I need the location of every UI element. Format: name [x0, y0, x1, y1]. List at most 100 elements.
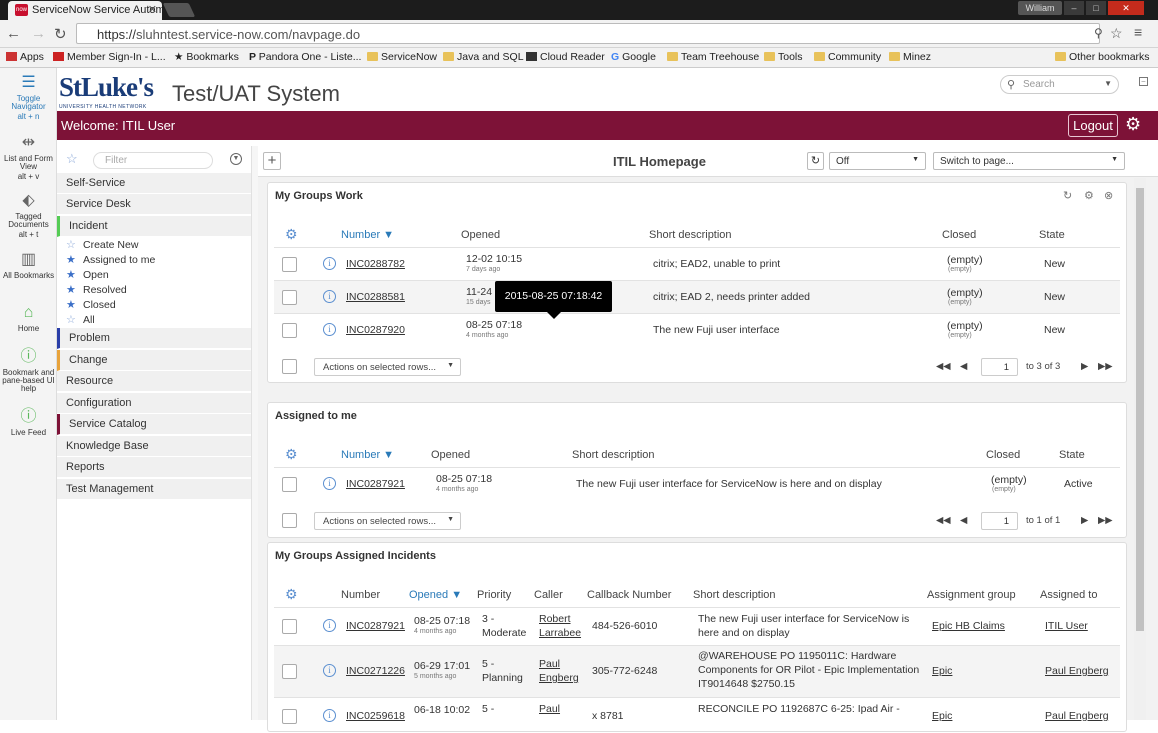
bookmark-servicenow[interactable]: ServiceNow [367, 51, 437, 63]
assignment-group-link[interactable]: Epic [932, 710, 952, 722]
refresh-icon[interactable]: ↻ [1063, 189, 1072, 202]
close-tab-icon[interactable]: ✕ [148, 3, 157, 16]
maximize-icon[interactable]: □ [1086, 1, 1106, 15]
select-all-checkbox[interactable] [282, 359, 297, 374]
nav-module-reports[interactable]: Reports [57, 457, 251, 478]
table-row[interactable]: i INC0259618 06-18 10:02 5 - Paul x 8781… [274, 697, 1120, 733]
table-row[interactable]: i INC0288782 12-02 10:15 7 days ago citr… [274, 247, 1120, 280]
info-icon[interactable]: i [323, 257, 336, 270]
table-row[interactable]: i INC0287921 08-25 07:18 4 months ago Th… [274, 467, 1120, 501]
bookmark-minez[interactable]: Minez [889, 51, 931, 63]
reload-icon[interactable]: ↻ [54, 25, 67, 43]
next-page-icon[interactable]: ▶ [1081, 361, 1088, 372]
gear-icon[interactable]: ⚙ [1125, 114, 1141, 135]
page-number-input[interactable]: 1 [981, 512, 1018, 530]
assignment-group-link[interactable]: Epic HB Claims [932, 620, 1005, 632]
column-header-opened[interactable]: Opened [461, 229, 500, 241]
nav-module-knowledge-base[interactable]: Knowledge Base [57, 436, 251, 457]
switch-page-select[interactable]: Switch to page... ▼ [933, 152, 1125, 170]
ui-help-button[interactable]: ⓘ Bookmark and pane-based UI help [0, 348, 57, 393]
incident-number-link[interactable]: INC0271226 [346, 665, 405, 677]
bookmark-team-treehouse[interactable]: Team Treehouse [667, 51, 759, 63]
column-header-short-description[interactable]: Short description [572, 449, 655, 461]
caller-link[interactable]: Paul [539, 703, 560, 715]
page-number-input[interactable]: 1 [981, 358, 1018, 376]
last-page-icon[interactable]: ▶▶ [1098, 361, 1113, 372]
navigator-splitter[interactable] [251, 146, 258, 720]
list-settings-gear-icon[interactable]: ⚙ [285, 226, 298, 243]
toggle-navigator-button[interactable]: ☰ Toggle Navigator alt + n [0, 74, 57, 121]
bookmark-star-icon[interactable]: ☆ [1110, 25, 1123, 42]
incident-number-link[interactable]: INC0288581 [346, 291, 405, 303]
caller-link-line2[interactable]: Engberg [539, 672, 579, 684]
chevron-down-icon[interactable]: ▼ [1104, 79, 1112, 88]
nav-link-create-new[interactable]: ☆ Create New [66, 238, 138, 251]
bookmark-other[interactable]: Other bookmarks [1055, 51, 1150, 63]
table-row[interactable]: i INC0288581 11-24 15 days citrix; EAD 2… [274, 280, 1120, 313]
bookmark-java-sql[interactable]: Java and SQL [443, 51, 524, 63]
nav-module-problem[interactable]: Problem [57, 328, 251, 349]
column-header-opened[interactable]: Opened [431, 449, 470, 461]
column-header-closed[interactable]: Closed [986, 449, 1020, 461]
url-field[interactable]: https://sluhntest.service-now.com/navpag… [76, 23, 1100, 44]
info-icon[interactable]: i [323, 323, 336, 336]
browser-tab[interactable]: now ServiceNow Service Autom ✕ [8, 1, 162, 20]
actions-select[interactable]: Actions on selected rows... ▼ [314, 512, 461, 530]
table-row[interactable]: i INC0287920 08-25 07:18 4 months ago Th… [274, 313, 1120, 346]
row-checkbox[interactable] [282, 290, 297, 305]
column-header-short-description[interactable]: Short description [649, 229, 732, 241]
add-content-button[interactable]: + [263, 152, 281, 170]
first-page-icon[interactable]: ◀◀ [936, 515, 951, 526]
column-header-number[interactable]: Number ▼ [341, 449, 394, 461]
incident-number-link[interactable]: INC0287921 [346, 478, 405, 490]
assignment-group-link[interactable]: Epic [932, 665, 952, 677]
column-header-state[interactable]: State [1059, 449, 1085, 461]
nav-module-test-management[interactable]: Test Management [57, 479, 251, 500]
next-page-icon[interactable]: ▶ [1081, 515, 1088, 526]
table-row[interactable]: i INC0271226 06-29 17:01 5 months ago 5 … [274, 645, 1120, 697]
incident-number-link[interactable]: INC0287921 [346, 620, 405, 632]
refresh-icon[interactable]: ↻ [807, 152, 824, 170]
row-checkbox[interactable] [282, 477, 297, 492]
bookmark-apps[interactable]: Apps [6, 51, 44, 63]
nav-module-configuration[interactable]: Configuration [57, 393, 251, 414]
column-header-state[interactable]: State [1039, 229, 1065, 241]
back-icon[interactable]: ← [6, 25, 21, 42]
column-header-number[interactable]: Number [341, 589, 380, 601]
nav-module-service-desk[interactable]: Service Desk [57, 194, 251, 215]
bookmark-cloud-reader[interactable]: Cloud Reader [526, 51, 605, 63]
collapse-all-icon[interactable]: ▼ [230, 153, 242, 165]
prev-page-icon[interactable]: ◀ [960, 361, 967, 372]
nav-module-resource[interactable]: Resource [57, 371, 251, 392]
table-row[interactable]: i INC0287921 08-25 07:18 4 months ago 3 … [274, 607, 1120, 645]
info-icon[interactable]: i [323, 477, 336, 490]
row-checkbox[interactable] [282, 257, 297, 272]
incident-number-link[interactable]: INC0287920 [346, 324, 405, 336]
bookmark-community[interactable]: Community [814, 51, 881, 63]
actions-select[interactable]: Actions on selected rows... ▼ [314, 358, 461, 376]
list-form-view-button[interactable]: ⇹ List and Form View alt + v [0, 134, 57, 181]
column-header-closed[interactable]: Closed [942, 229, 976, 241]
info-icon[interactable]: i [323, 709, 336, 722]
stlukes-logo[interactable]: StLuke's [59, 72, 154, 103]
list-settings-gear-icon[interactable]: ⚙ [285, 446, 298, 463]
nav-link-closed[interactable]: ★ Closed [66, 298, 116, 311]
caller-link[interactable]: Paul [539, 658, 560, 670]
row-checkbox[interactable] [282, 664, 297, 679]
tagged-documents-button[interactable]: ⬖ Tagged Documents alt + t [0, 192, 57, 239]
prev-page-icon[interactable]: ◀ [960, 515, 967, 526]
logout-button[interactable]: Logout [1068, 114, 1118, 137]
close-icon[interactable]: ⊗ [1104, 189, 1113, 202]
close-window-icon[interactable]: ✕ [1108, 1, 1144, 15]
incident-number-link[interactable]: INC0288782 [346, 258, 405, 270]
assigned-to-link[interactable]: Paul Engberg [1045, 710, 1109, 722]
favorites-star-icon[interactable]: ☆ [66, 151, 78, 167]
scrollbar-thumb[interactable] [1136, 188, 1144, 631]
column-header-priority[interactable]: Priority [477, 589, 511, 601]
info-icon[interactable]: i [323, 619, 336, 632]
extension-icon[interactable]: ⚲ [1094, 26, 1103, 40]
column-header-assignment-group[interactable]: Assignment group [927, 589, 1016, 601]
bookmark-google[interactable]: G Google [611, 51, 656, 63]
nav-link-assigned-to-me[interactable]: ★ Assigned to me [66, 253, 155, 266]
nav-module-change[interactable]: Change [57, 350, 251, 371]
